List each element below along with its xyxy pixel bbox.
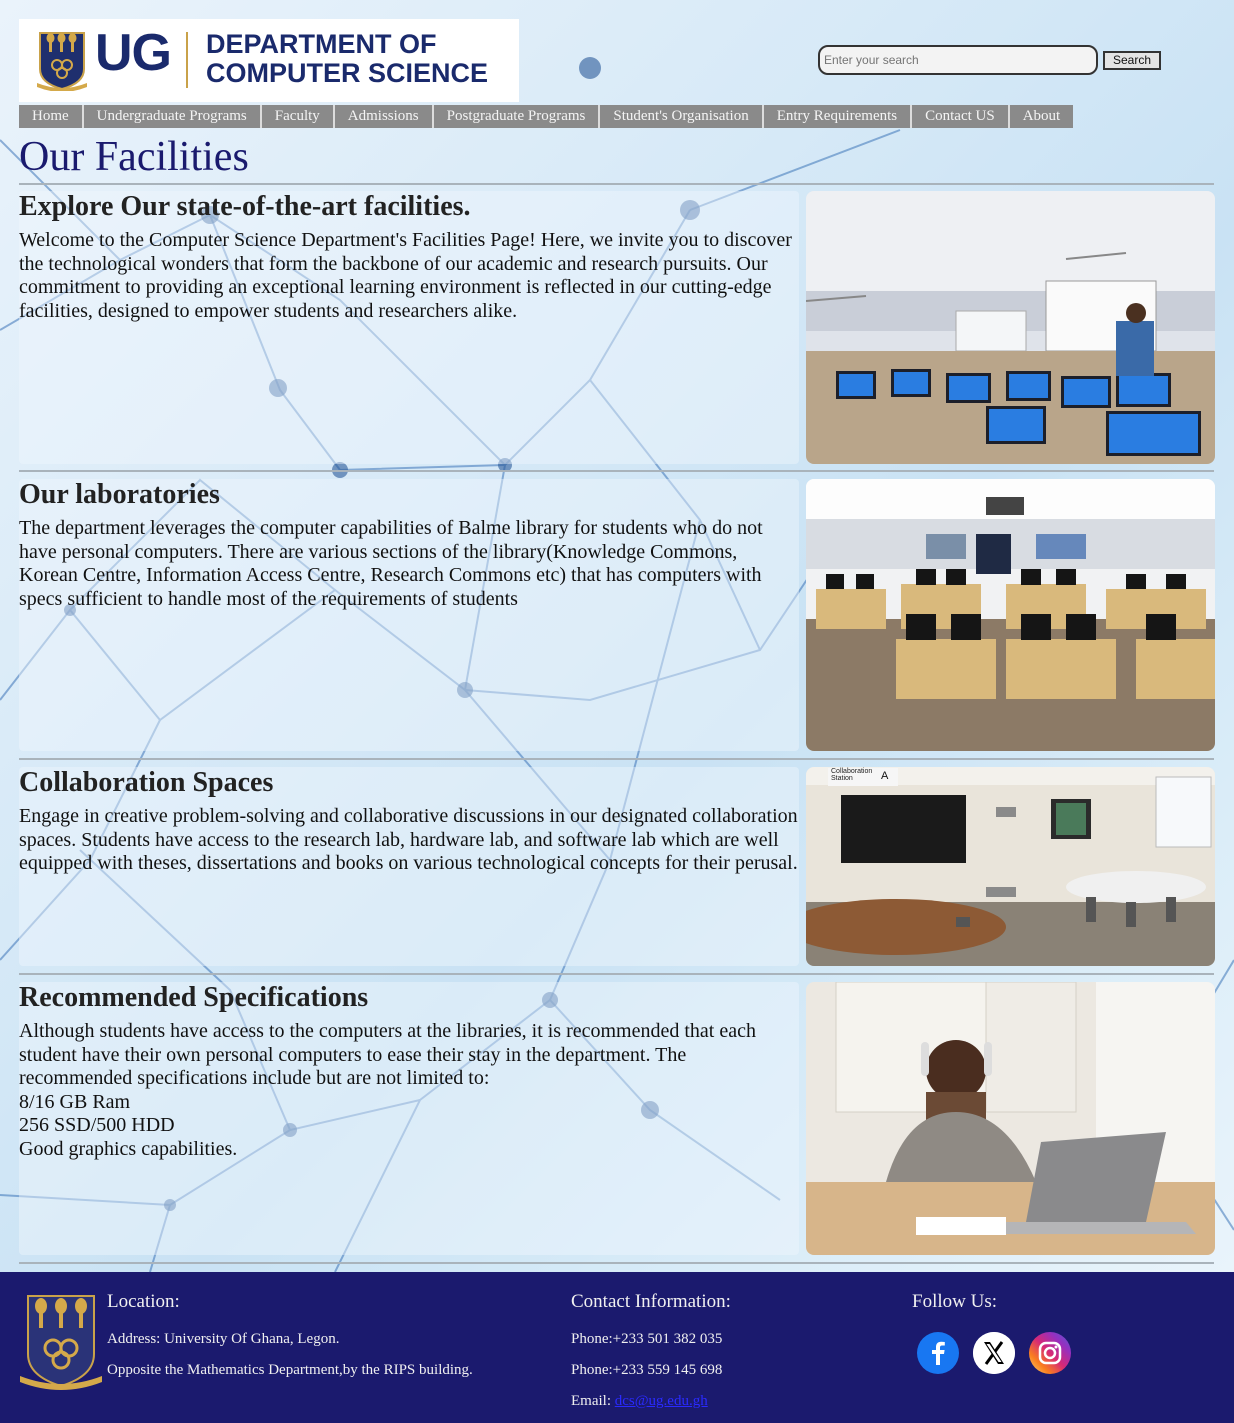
search-bar: Search <box>818 45 1162 75</box>
section-text: Although students have access to the com… <box>19 1020 799 1161</box>
social-links <box>917 1332 1071 1374</box>
nav-item-contact-us[interactable]: Contact US <box>912 105 1010 128</box>
nav-item-students-organisation[interactable]: Student's Organisation <box>600 105 764 128</box>
search-button[interactable]: Search <box>1103 50 1162 70</box>
ug-crest-icon <box>20 1295 102 1390</box>
footer-follow-heading: Follow Us: <box>912 1291 997 1312</box>
nav-item-postgraduate-programs[interactable]: Postgraduate Programs <box>434 105 601 128</box>
section-heading: Collaboration Spaces <box>19 767 274 798</box>
ug-crest-icon <box>37 32 87 91</box>
footer-location-heading: Location: <box>107 1291 180 1312</box>
facebook-icon[interactable] <box>917 1332 959 1374</box>
divider <box>19 470 1214 472</box>
section-recommended-specifications: Recommended Specifications Although stud… <box>19 982 1215 1255</box>
logo-divider <box>186 32 188 88</box>
nav-item-entry-requirements[interactable]: Entry Requirements <box>764 105 913 128</box>
spec-ram: 8/16 GB Ram <box>19 1090 131 1113</box>
collaboration-room-image: Collaboration Station A <box>806 767 1215 966</box>
footer-email-label: Email: <box>571 1393 611 1409</box>
page-root: UG DEPARTMENT OF COMPUTER SCIENCE Search… <box>0 0 1234 1423</box>
section-laboratories: Our laboratories The department leverage… <box>19 479 1215 751</box>
image-sign-text: Collaboration Station <box>831 768 873 782</box>
image-sign-letter: A <box>881 770 889 782</box>
nav-item-about[interactable]: About <box>1010 105 1074 128</box>
x-icon[interactable] <box>973 1332 1015 1374</box>
section-heading: Recommended Specifications <box>19 982 369 1013</box>
search-input[interactable] <box>818 45 1098 75</box>
footer-phone-1: Phone:+233 501 382 035 <box>571 1331 723 1347</box>
footer-email-link[interactable]: dcs@ug.edu.gh <box>615 1393 708 1409</box>
footer-email: Email: dcs@ug.edu.gh <box>571 1393 731 1410</box>
logo-dept-line2: COMPUTER SCIENCE <box>206 58 489 88</box>
spec-storage: 256 SSD/500 HDD <box>19 1114 175 1136</box>
section-text: Engage in creative problem-solving and c… <box>19 805 798 874</box>
site-footer: Location: Address: University Of Ghana, … <box>0 1272 1234 1423</box>
footer-contact: Contact Information: Phone:+233 501 382 … <box>571 1291 731 1410</box>
footer-contact-heading: Contact Information: <box>571 1291 731 1312</box>
section-text: The department leverages the computer ca… <box>19 517 763 610</box>
main-nav: Home Undergraduate Programs Faculty Admi… <box>19 105 1074 128</box>
footer-landmark: Opposite the Mathematics Department,by t… <box>107 1362 473 1378</box>
logo-dept-line1: DEPARTMENT OF <box>206 29 437 59</box>
section-text: Welcome to the Computer Science Departme… <box>19 229 792 322</box>
divider <box>19 973 1214 975</box>
nav-item-admissions[interactable]: Admissions <box>335 105 434 128</box>
section-text-intro: Although students have access to the com… <box>19 1020 756 1089</box>
empty-computer-lab-image <box>806 479 1215 751</box>
logo-department-text: DEPARTMENT OF COMPUTER SCIENCE <box>206 30 488 88</box>
footer-follow: Follow Us: <box>912 1291 997 1313</box>
instagram-icon[interactable] <box>1029 1332 1071 1374</box>
nav-item-faculty[interactable]: Faculty <box>262 105 335 128</box>
divider <box>19 183 1214 185</box>
computer-lab-class-image <box>806 191 1215 464</box>
collaboration-room-drawing <box>806 767 1215 966</box>
logo-ug-text: UG <box>95 24 172 82</box>
section-heading: Explore Our state-of-the-art facilities. <box>19 191 471 222</box>
site-logo[interactable]: UG DEPARTMENT OF COMPUTER SCIENCE <box>19 19 519 102</box>
student-with-laptop-image <box>806 982 1215 1255</box>
footer-phone-2: Phone:+233 559 145 698 <box>571 1362 723 1378</box>
footer-address: Address: University Of Ghana, Legon. <box>107 1331 340 1347</box>
nav-item-home[interactable]: Home <box>19 105 84 128</box>
footer-location: Location: Address: University Of Ghana, … <box>107 1291 473 1379</box>
spec-graphics: Good graphics capabilities. <box>19 1137 238 1160</box>
divider <box>19 758 1214 760</box>
page-title: Our Facilities <box>19 134 249 180</box>
divider <box>19 1262 1214 1264</box>
section-heading: Our laboratories <box>19 479 220 510</box>
section-state-of-the-art: Explore Our state-of-the-art facilities.… <box>19 191 1215 464</box>
nav-item-undergraduate-programs[interactable]: Undergraduate Programs <box>84 105 262 128</box>
section-collaboration-spaces: Collaboration Spaces Engage in creative … <box>19 767 1215 966</box>
